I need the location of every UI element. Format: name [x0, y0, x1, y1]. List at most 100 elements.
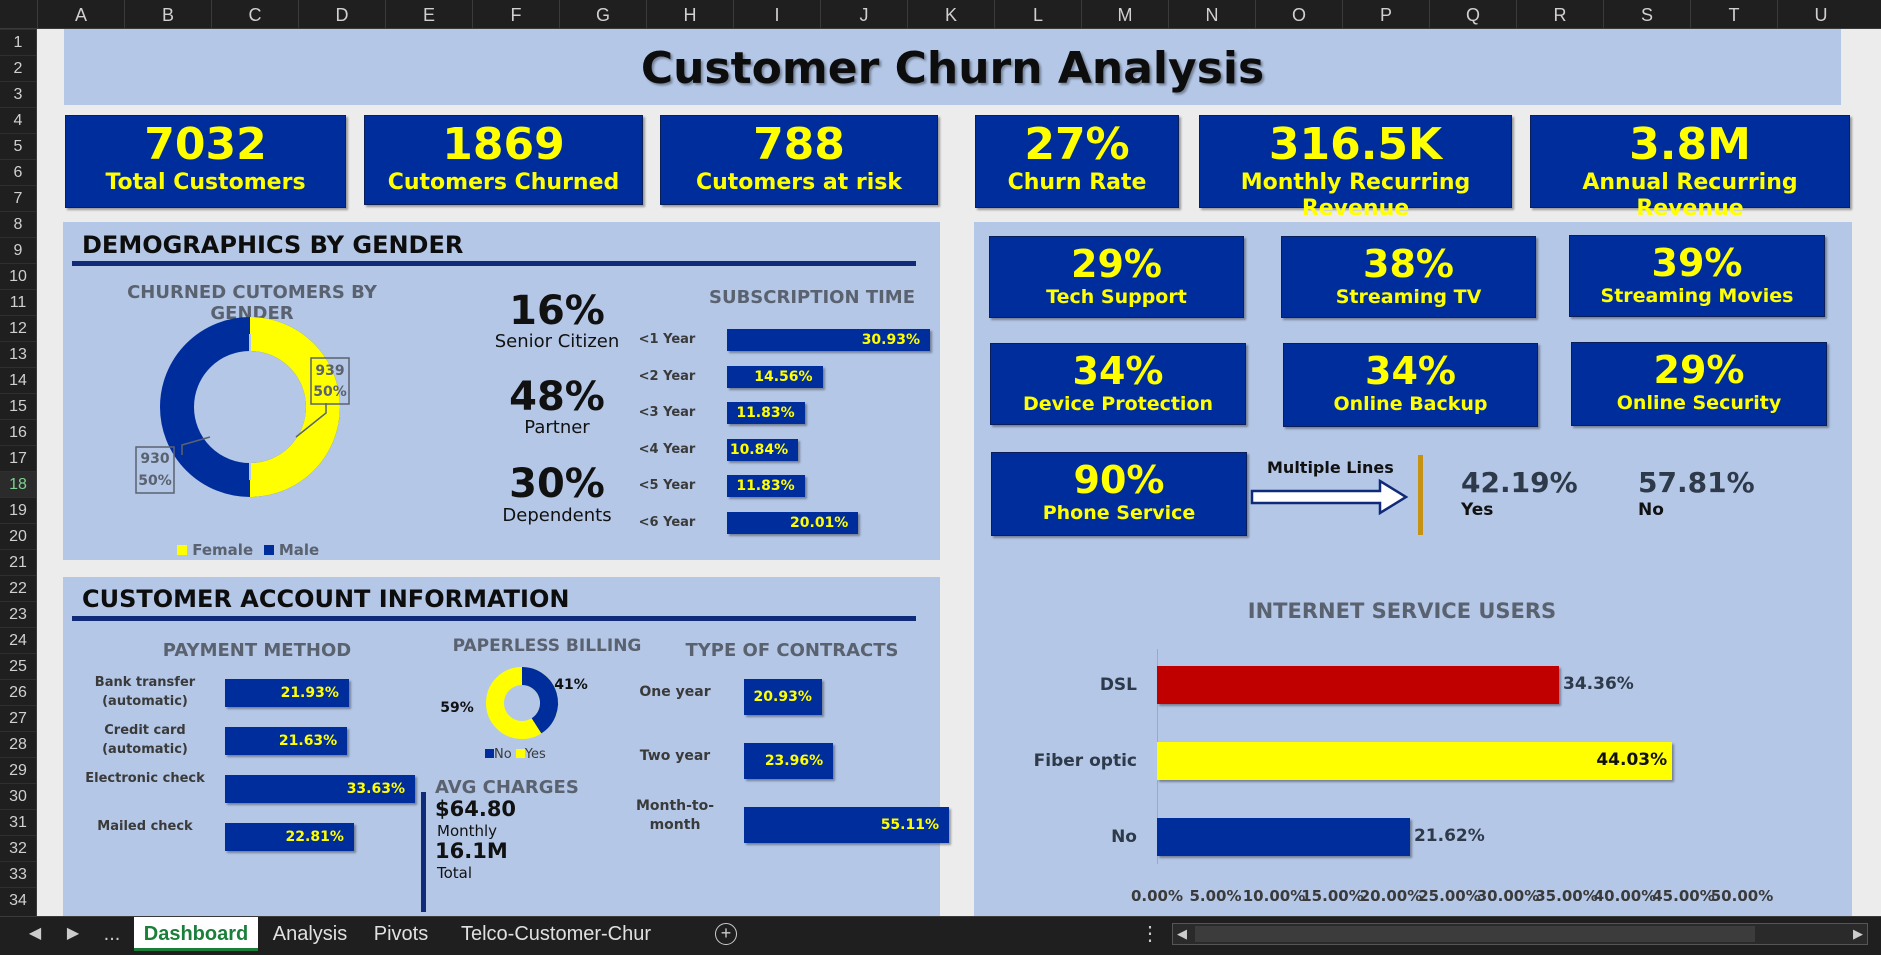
tab-analysis[interactable]: Analysis: [262, 917, 358, 951]
row-header-7[interactable]: 7: [0, 185, 36, 211]
legend-no: No: [494, 747, 512, 762]
row-header-19[interactable]: 19: [0, 497, 36, 523]
row-header-15[interactable]: 15: [0, 393, 36, 419]
bar-category-label: <1 Year: [638, 332, 696, 347]
service-streaming-movies[interactable]: 39% Streaming Movies: [1569, 235, 1825, 317]
kpi-value: 1869: [442, 119, 565, 170]
row-header-27[interactable]: 27: [0, 705, 36, 731]
kpi-customers-churned[interactable]: 1869 Cutomers Churned: [364, 115, 643, 205]
prev-sheet-button[interactable]: ◀: [20, 917, 50, 951]
column-header-L[interactable]: L: [994, 0, 1081, 29]
paperless-legend: No Yes: [485, 747, 546, 762]
tab-pivots[interactable]: Pivots: [362, 917, 440, 951]
row-header-5[interactable]: 5: [0, 133, 36, 159]
column-header-C[interactable]: C: [211, 0, 298, 29]
bar: 14.56%: [727, 365, 823, 388]
bar-category-label: <3 Year: [638, 405, 696, 420]
column-header-U[interactable]: U: [1777, 0, 1864, 29]
row-header-26[interactable]: 26: [0, 679, 36, 705]
row-header-11[interactable]: 11: [0, 289, 36, 315]
row-header-18[interactable]: 18: [0, 471, 36, 497]
row-header-8[interactable]: 8: [0, 211, 36, 237]
service-tech-support[interactable]: 29% Tech Support: [989, 236, 1244, 318]
column-header-E[interactable]: E: [385, 0, 472, 29]
worksheet[interactable]: Customer Churn Analysis 7032 Total Custom…: [37, 29, 1881, 919]
kpi-value: 316.5K: [1268, 119, 1443, 170]
row-header-34[interactable]: 34: [0, 887, 36, 913]
legend-yes: Yes: [524, 747, 546, 762]
service-phone[interactable]: 90% Phone Service: [991, 452, 1247, 536]
row-header-3[interactable]: 3: [0, 81, 36, 107]
kpi-value: 27%: [1024, 119, 1130, 170]
service-streaming-tv[interactable]: 38% Streaming TV: [1281, 236, 1536, 318]
senior-citizen-pct: 16%: [509, 288, 605, 334]
row-header-23[interactable]: 23: [0, 601, 36, 627]
column-header-S[interactable]: S: [1603, 0, 1690, 29]
legend-swatch-male: [263, 545, 274, 555]
row-header-22[interactable]: 22: [0, 575, 36, 601]
kpi-annual-revenue[interactable]: 3.8M Annual Recurring Revenue: [1530, 115, 1850, 221]
dashboard-title: Customer Churn Analysis: [640, 43, 1265, 94]
column-header-A[interactable]: A: [37, 0, 124, 29]
row-header-28[interactable]: 28: [0, 731, 36, 757]
row-header-10[interactable]: 10: [0, 263, 36, 289]
column-header-T[interactable]: T: [1690, 0, 1777, 29]
row-header-32[interactable]: 32: [0, 835, 36, 861]
row-header-6[interactable]: 6: [0, 159, 36, 185]
column-header-P[interactable]: P: [1342, 0, 1429, 29]
row-header-14[interactable]: 14: [0, 367, 36, 393]
paperless-billing-title: PAPERLESS BILLING: [452, 636, 642, 656]
service-device-protection[interactable]: 34% Device Protection: [990, 343, 1246, 425]
column-header-R[interactable]: R: [1516, 0, 1603, 29]
row-header-31[interactable]: 31: [0, 809, 36, 835]
kpi-total-customers[interactable]: 7032 Total Customers: [65, 115, 346, 208]
row-header-25[interactable]: 25: [0, 653, 36, 679]
row-header-30[interactable]: 30: [0, 783, 36, 809]
row-header-9[interactable]: 9: [0, 237, 36, 263]
add-sheet-button[interactable]: +: [715, 923, 737, 945]
kpi-monthly-revenue[interactable]: 316.5K Monthly Recurring Revenue: [1199, 115, 1512, 221]
kpi-churn-rate[interactable]: 27% Churn Rate: [975, 115, 1179, 208]
row-header-12[interactable]: 12: [0, 315, 36, 341]
next-sheet-button[interactable]: ▶: [58, 917, 88, 951]
scroll-thumb[interactable]: [1195, 926, 1755, 942]
column-header-B[interactable]: B: [124, 0, 211, 29]
internet-bar: [1157, 666, 1559, 704]
scroll-left-icon[interactable]: ◀: [1177, 926, 1187, 942]
row-header-29[interactable]: 29: [0, 757, 36, 783]
row-header-16[interactable]: 16: [0, 419, 36, 445]
kpi-label: Monthly Recurring Revenue: [1240, 170, 1471, 221]
column-header-H[interactable]: H: [646, 0, 733, 29]
column-header-N[interactable]: N: [1168, 0, 1255, 29]
column-header-G[interactable]: G: [559, 0, 646, 29]
column-header-D[interactable]: D: [298, 0, 385, 29]
column-header-I[interactable]: I: [733, 0, 820, 29]
tab-dashboard[interactable]: Dashboard: [134, 917, 258, 951]
row-header-33[interactable]: 33: [0, 861, 36, 887]
row-header-1[interactable]: 1: [0, 29, 36, 55]
column-header-J[interactable]: J: [820, 0, 907, 29]
column-header-bar: ABCDEFGHIJKLMNOPQRSTU: [0, 0, 1881, 29]
row-header-4[interactable]: 4: [0, 107, 36, 133]
service-online-security[interactable]: 29% Online Security: [1571, 342, 1827, 426]
column-header-M[interactable]: M: [1081, 0, 1168, 29]
row-header-21[interactable]: 21: [0, 549, 36, 575]
row-header-17[interactable]: 17: [0, 445, 36, 471]
tab-telco-customer-churn[interactable]: Telco-Customer-Chur: [446, 917, 666, 951]
scroll-right-icon[interactable]: ▶: [1853, 926, 1863, 942]
bar: 20.93%: [744, 679, 822, 715]
row-header-13[interactable]: 13: [0, 341, 36, 367]
row-header-24[interactable]: 24: [0, 627, 36, 653]
kpi-customers-at-risk[interactable]: 788 Cutomers at risk: [660, 115, 938, 205]
tab-options-icon[interactable]: ⋮: [1140, 917, 1160, 951]
service-label: Online Security: [1616, 392, 1782, 414]
row-header-20[interactable]: 20: [0, 523, 36, 549]
column-header-O[interactable]: O: [1255, 0, 1342, 29]
column-header-Q[interactable]: Q: [1429, 0, 1516, 29]
row-header-2[interactable]: 2: [0, 55, 36, 81]
service-online-backup[interactable]: 34% Online Backup: [1283, 343, 1538, 427]
column-header-F[interactable]: F: [472, 0, 559, 29]
column-header-K[interactable]: K: [907, 0, 994, 29]
horizontal-scrollbar[interactable]: ◀ ▶: [1172, 923, 1868, 945]
more-sheets-button[interactable]: ...: [97, 917, 127, 951]
